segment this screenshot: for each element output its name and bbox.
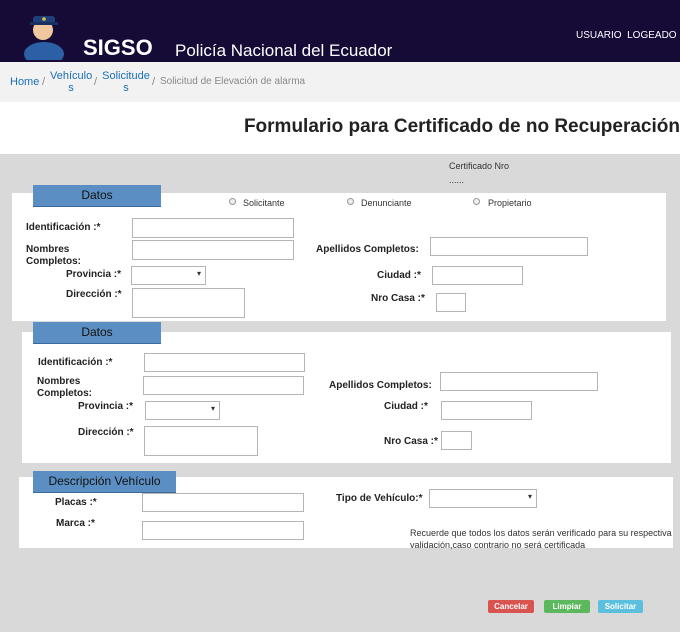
breadcrumb-separator: / [42, 76, 46, 88]
radio-label-solicitante: Solicitante [243, 198, 285, 208]
brand-name: SIGSO [83, 35, 153, 60]
breadcrumb-vehiculos-line2: s [68, 82, 74, 94]
identificacion-input[interactable] [132, 218, 294, 238]
nombres-label-2-line2: Completos: [37, 388, 92, 399]
breadcrumb-solicitudes[interactable]: Solicitude s [102, 70, 150, 94]
direccion-input-2[interactable] [144, 426, 258, 456]
apellidos-input[interactable] [430, 237, 588, 256]
provincia-label-2: Provincia :* [78, 401, 134, 412]
breadcrumb-solicitudes-line1: Solicitude [102, 70, 150, 82]
radio-propietario[interactable] [473, 198, 480, 205]
breadcrumb: Home / Vehículo s / Solicitude s / Solicit… [0, 62, 680, 102]
nro-casa-input[interactable] [436, 293, 466, 312]
marca-input[interactable] [142, 521, 304, 540]
nombres-label: Nombres [26, 244, 70, 255]
nro-casa-input-2[interactable] [441, 431, 472, 450]
radio-denunciante[interactable] [347, 198, 354, 205]
radio-label-propietario: Propietario [488, 198, 532, 208]
ciudad-label-2: Ciudad :* [384, 401, 428, 412]
apellidos-label-2: Apellidos Completos: [329, 380, 432, 391]
marca-label: Marca :* [56, 518, 95, 529]
identificacion-label: Identificación :* [26, 222, 101, 233]
cancel-button[interactable]: Cancelar [488, 600, 534, 613]
ciudad-input[interactable] [432, 266, 523, 285]
breadcrumb-solicitudes-line2: s [123, 82, 129, 94]
direccion-label-2: Dirección :* [78, 427, 134, 438]
section-tab-datos: Datos [33, 185, 161, 207]
breadcrumb-separator: / [152, 76, 156, 88]
radio-label-denunciante: Denunciante [361, 198, 412, 208]
direccion-label: Dirección :* [66, 289, 122, 300]
provincia-label: Provincia :* [66, 269, 122, 280]
placas-input[interactable] [142, 493, 304, 512]
nombres-input[interactable] [132, 240, 294, 260]
nombres-label-2: Nombres [37, 376, 81, 387]
ciudad-input-2[interactable] [441, 401, 532, 420]
tipo-vehiculo-label: Tipo de Vehículo:* [336, 493, 423, 504]
solicitante-panel [12, 193, 666, 321]
breadcrumb-vehiculos[interactable]: Vehículo s [50, 70, 92, 94]
apellidos-label: Apellidos Completos: [316, 244, 419, 255]
nro-casa-label-2: Nro Casa :* [384, 436, 438, 447]
police-officer-icon [24, 16, 64, 60]
brand-subtitle: Policía Nacional del Ecuador [175, 41, 393, 60]
apellidos-input-2[interactable] [440, 372, 598, 391]
ciudad-label: Ciudad :* [377, 270, 421, 281]
breadcrumb-vehiculos-line1: Vehículo [50, 70, 93, 82]
clear-button[interactable]: Limpiar [544, 600, 590, 613]
section-tab-datos-2: Datos [33, 322, 161, 344]
tipo-vehiculo-select[interactable]: ▾ [429, 489, 537, 508]
user-label[interactable]: USUARIO LOGEADO [576, 30, 677, 41]
second-datos-panel [22, 332, 671, 463]
breadcrumb-current: Solicitud de Elevación de alarma [160, 76, 306, 87]
certificate-label: Certificado Nro [449, 161, 510, 171]
chevron-down-icon: ▾ [196, 269, 201, 278]
chevron-down-icon: ▾ [527, 492, 532, 501]
breadcrumb-home[interactable]: Home [10, 76, 39, 88]
provincia-select-2[interactable]: ▾ [145, 401, 220, 420]
placas-label: Placas :* [55, 497, 97, 508]
validation-note-line2: validación,caso contrario no será certif… [410, 540, 586, 550]
radio-solicitante[interactable] [229, 198, 236, 205]
provincia-select[interactable]: ▾ [131, 266, 206, 285]
nro-casa-label: Nro Casa :* [371, 293, 425, 304]
identificacion-input-2[interactable] [144, 353, 305, 372]
submit-button[interactable]: Solicitar [598, 600, 643, 613]
breadcrumb-separator: / [94, 76, 98, 88]
nombres-label-line2: Completos: [26, 256, 81, 267]
certificate-number: ...... [449, 175, 465, 185]
direccion-input[interactable] [132, 288, 245, 318]
page-title: Formulario para Certificado de no Recupe… [243, 116, 680, 137]
chevron-down-icon: ▾ [210, 404, 215, 413]
identificacion-label-2: Identificación :* [38, 357, 113, 368]
section-tab-vehiculo: Descripción Vehículo [33, 471, 176, 493]
nombres-input-2[interactable] [143, 376, 304, 395]
